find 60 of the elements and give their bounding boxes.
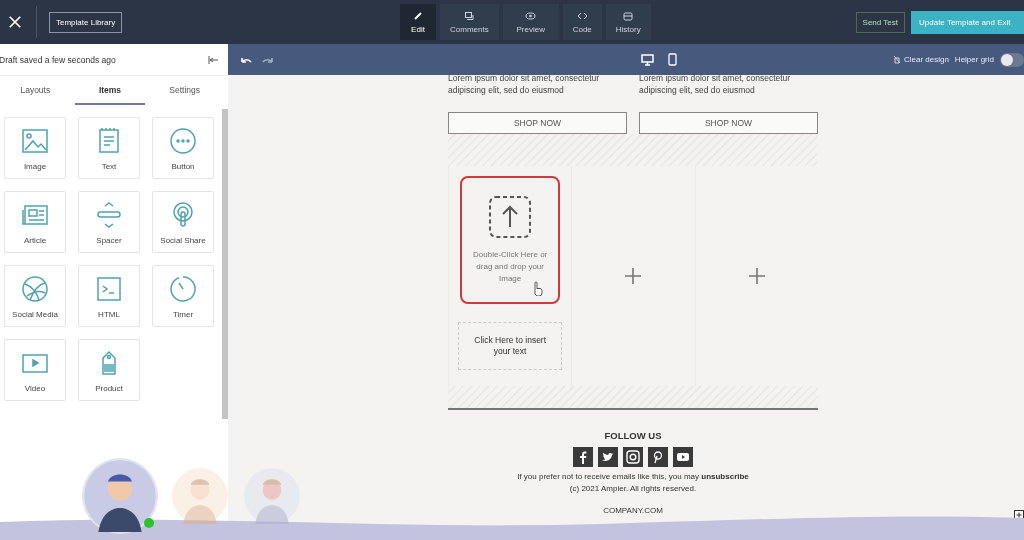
item-tile[interactable]: Spacer	[78, 191, 140, 253]
item-tile[interactable]: Text	[78, 117, 140, 179]
toolbar-tab[interactable]: Edit	[400, 4, 436, 40]
item-tile[interactable]: Timer	[152, 265, 214, 327]
shop-now-button[interactable]: SHOP NOW	[448, 112, 627, 134]
avatar[interactable]	[84, 460, 156, 532]
scrollbar[interactable]	[222, 109, 228, 419]
sidebar-tab[interactable]: Settings	[149, 76, 220, 105]
item-tile[interactable]: HTML	[78, 265, 140, 327]
close-icon[interactable]	[8, 15, 22, 29]
item-tile[interactable]: Button	[152, 117, 214, 179]
item-tile[interactable]: Product	[78, 339, 140, 401]
sidebar-tab[interactable]: Items	[74, 76, 146, 105]
sidebar-tab[interactable]: Layouts	[0, 76, 71, 105]
shop-now-button[interactable]: SHOP NOW	[639, 112, 818, 134]
text-placeholder[interactable]: Click Here to insert your text	[458, 322, 563, 370]
youtube-icon[interactable]	[673, 447, 693, 467]
dots-icon	[168, 125, 198, 156]
product-description: Lorem ipsum dolor sit amet, consectetur adipiscing elit, sed do eiusmod	[448, 72, 601, 97]
follow-heading: FOLLOW US	[604, 430, 662, 441]
pencil-icon	[412, 10, 424, 21]
eraser-icon	[892, 55, 901, 64]
item-tile[interactable]: Social Media	[4, 265, 66, 327]
timer-icon	[168, 273, 198, 304]
globe-icon	[20, 273, 50, 304]
toolbar-tab[interactable]: Preview	[502, 4, 559, 40]
clear-design-button[interactable]: Clear design	[892, 55, 949, 64]
eye-icon	[525, 10, 537, 21]
template-library-button[interactable]: Template Library	[49, 11, 123, 33]
chat-icon	[463, 10, 475, 21]
toolbar-tab[interactable]: History	[605, 4, 651, 40]
toolbar-tab[interactable]: Code	[562, 4, 602, 40]
toolbar-tab[interactable]: Comments	[440, 4, 499, 40]
product-description: Lorem ipsum dolor sit amet, consectetur adipiscing elit, sed do eiusmod	[639, 72, 792, 97]
item-tile[interactable]: Article	[4, 191, 66, 253]
undo-icon[interactable]	[240, 55, 252, 64]
twitter-icon[interactable]	[598, 447, 618, 467]
collapse-icon[interactable]	[208, 55, 218, 64]
helper-grid-label: Helper grid	[954, 55, 994, 64]
helper-grid-toggle[interactable]	[1000, 52, 1024, 67]
inbox-icon	[622, 10, 634, 21]
pinterest-icon[interactable]	[648, 447, 668, 467]
image-placeholder-text: Double-Click Here or drag and drop your Image	[472, 249, 549, 285]
redo-icon[interactable]	[262, 55, 274, 64]
upload-icon	[488, 195, 533, 239]
spacer-icon	[94, 199, 124, 230]
send-test-button[interactable]: Send Test	[855, 11, 905, 33]
image-placeholder[interactable]: Double-Click Here or drag and drop your Image	[460, 176, 561, 304]
desktop-icon[interactable]	[641, 53, 654, 66]
draft-status: Draft saved a few seconds ago	[0, 54, 116, 65]
item-tile[interactable]: Image	[4, 117, 66, 179]
instagram-icon[interactable]	[623, 447, 643, 467]
unsubscribe-notice: If you prefer not to receive emails like this, you may unsubscribe	[517, 471, 749, 483]
mobile-icon[interactable]	[668, 53, 677, 66]
item-tile[interactable]: Video	[4, 339, 66, 401]
facebook-icon[interactable]	[573, 447, 593, 467]
copyright-text: (c) 2021 Ampier. All rights reserved.	[569, 483, 697, 495]
item-tile[interactable]: Social Share	[152, 191, 214, 253]
company-link[interactable]: COMPANY.COM	[603, 505, 663, 517]
code-icon	[576, 10, 588, 21]
